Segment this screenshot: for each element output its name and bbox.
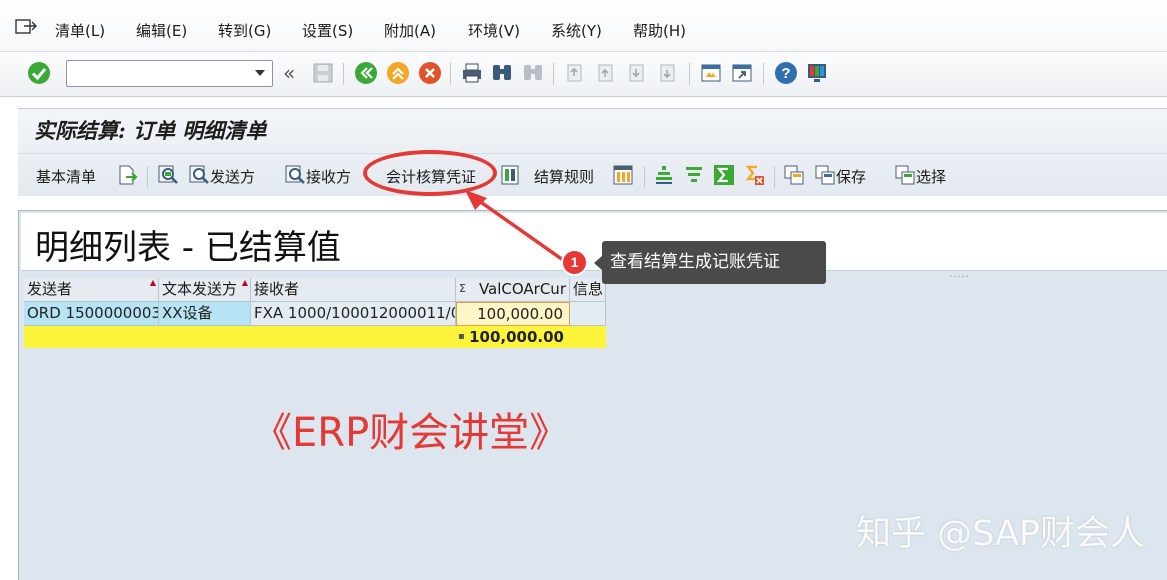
exit-icon[interactable] [386,61,410,85]
step-badge: 1 [561,249,588,276]
chevron-down-icon[interactable] [253,67,267,79]
column-header-label: 接收者 [254,280,300,298]
menu-item-edit[interactable]: 编辑(E) [136,20,187,41]
column-header-label: 文本发送方 [162,280,238,298]
zoom-detail-icon[interactable] [157,164,179,186]
customize-layout-icon[interactable] [805,61,829,85]
cell-receiver[interactable]: FXA 1000/100012000011/0 [251,302,456,326]
application-toolbar: 基本清单 发送方 接收方 会计核算凭证 结算规则 保存 选择 [18,153,1167,197]
column-header-label: 发送者 [27,280,73,298]
settlement-rule-button[interactable]: 结算规则 [534,166,594,187]
column-header-info[interactable]: 信息 [570,278,606,302]
print-icon[interactable] [460,61,484,85]
next-page-icon [629,64,644,82]
enter-check-icon[interactable] [27,61,51,85]
menu-item-extras[interactable]: 附加(A) [384,20,436,41]
choose-layout-icon[interactable] [894,164,916,186]
column-header-sender[interactable]: 发送者 ▲ [24,278,159,302]
table-row[interactable]: ORD 1500000003 XX设备 FXA 1000/10001200001… [24,302,606,326]
cell-info[interactable] [570,302,606,326]
toolbar-separator [644,166,645,188]
toolbar-separator [553,63,554,85]
cell-sender[interactable]: ORD 1500000003 [24,302,159,326]
menu-item-help[interactable]: 帮助(H) [633,20,686,41]
title-area: 实际结算: 订单 明细清单 基本清单 发送方 接收方 会计核算凭证 结算规则 保… [18,108,1167,196]
create-session-icon[interactable] [699,61,723,85]
menu-item-system[interactable]: 系统(Y) [551,20,602,41]
column-header-label: 信息 [573,280,604,298]
watermark-red: 《ERP财会讲堂》 [252,410,570,456]
subtotal-icon[interactable] [743,164,765,186]
column-header-amount[interactable]: Σ ValCOArCur [456,278,570,302]
receiver-button[interactable]: 接收方 [306,166,351,187]
column-header-sender-text[interactable]: 文本发送方 ▲ [159,278,251,302]
annotation-arrow [465,190,565,262]
menu-item-goto[interactable]: 转到(G) [218,20,271,41]
choose-layout-button[interactable]: 选择 [916,166,946,187]
splitter-grip[interactable]: ..... [949,269,970,280]
toolbar-separator [774,166,775,188]
svg-text:?: ? [781,65,790,82]
settlement-rule-icon[interactable] [499,164,521,186]
column-header-receiver[interactable]: 接收者 [251,278,456,302]
first-page-icon [567,64,582,82]
basic-list-button[interactable]: 基本清单 [36,166,96,187]
sender-button[interactable]: 发送方 [210,166,255,187]
last-page-icon [660,64,675,82]
find-next-icon [524,65,542,80]
toolbar-separator [763,63,764,85]
command-field[interactable] [66,60,273,87]
save-layout-button[interactable]: 保存 [836,166,866,187]
system-toolbar: « ? [0,52,1167,97]
shortcut-icon[interactable] [730,61,754,85]
save-icon [313,63,333,83]
sum-icon[interactable] [713,164,735,186]
collapse-toolbar-icon[interactable]: « [283,61,295,85]
receiver-zoom-icon[interactable] [284,164,306,186]
export-icon[interactable] [116,164,138,186]
total-row: ▪ 100,000.00 [24,326,606,348]
previous-page-icon [598,64,613,82]
cell-sender-text[interactable]: XX设备 [159,302,251,326]
total-amount: 100,000.00 [469,328,564,346]
command-input[interactable] [67,61,247,85]
page-title: 实际结算: 订单 明细清单 [34,118,267,143]
cell-amount[interactable]: 100,000.00 [456,302,570,326]
column-layout-icon[interactable] [612,164,634,186]
sort-indicator-icon: ▲ [149,278,156,287]
filter-icon[interactable] [683,164,705,186]
annotation-tooltip: 查看结算生成记账凭证 [594,241,826,284]
sigma-icon: Σ [459,282,466,295]
sender-zoom-icon[interactable] [188,164,210,186]
toolbar-separator [147,166,148,188]
change-layout-icon[interactable] [783,164,805,186]
toolbar-separator [343,63,344,85]
save-layout-icon[interactable] [814,164,836,186]
toolbar-separator [689,63,690,85]
sort-ascending-icon[interactable] [653,164,675,186]
watermark-zhihu: 知乎 @SAP财会人 [856,514,1146,554]
exit-menu-icon[interactable] [14,17,40,37]
back-icon[interactable] [354,61,378,85]
menu-bar: 清单(L) 编辑(E) 转到(G) 设置(S) 附加(A) 环境(V) 系统(Y… [0,0,1167,52]
list-title: 明细列表 - 已结算值 [35,228,341,268]
menu-item-list[interactable]: 清单(L) [55,20,105,41]
help-icon[interactable]: ? [774,61,798,85]
sort-indicator-icon: ▲ [241,278,248,287]
toolbar-separator [450,63,451,85]
column-header-label: ValCOArCur [478,280,566,298]
menu-item-settings[interactable]: 设置(S) [302,20,353,41]
find-icon[interactable] [490,61,514,85]
menu-item-environment[interactable]: 环境(V) [468,20,520,41]
cancel-icon[interactable] [418,61,442,85]
table-header-row: 发送者 ▲ 文本发送方 ▲ 接收者 Σ ValCOArCur 信息 [24,278,606,302]
